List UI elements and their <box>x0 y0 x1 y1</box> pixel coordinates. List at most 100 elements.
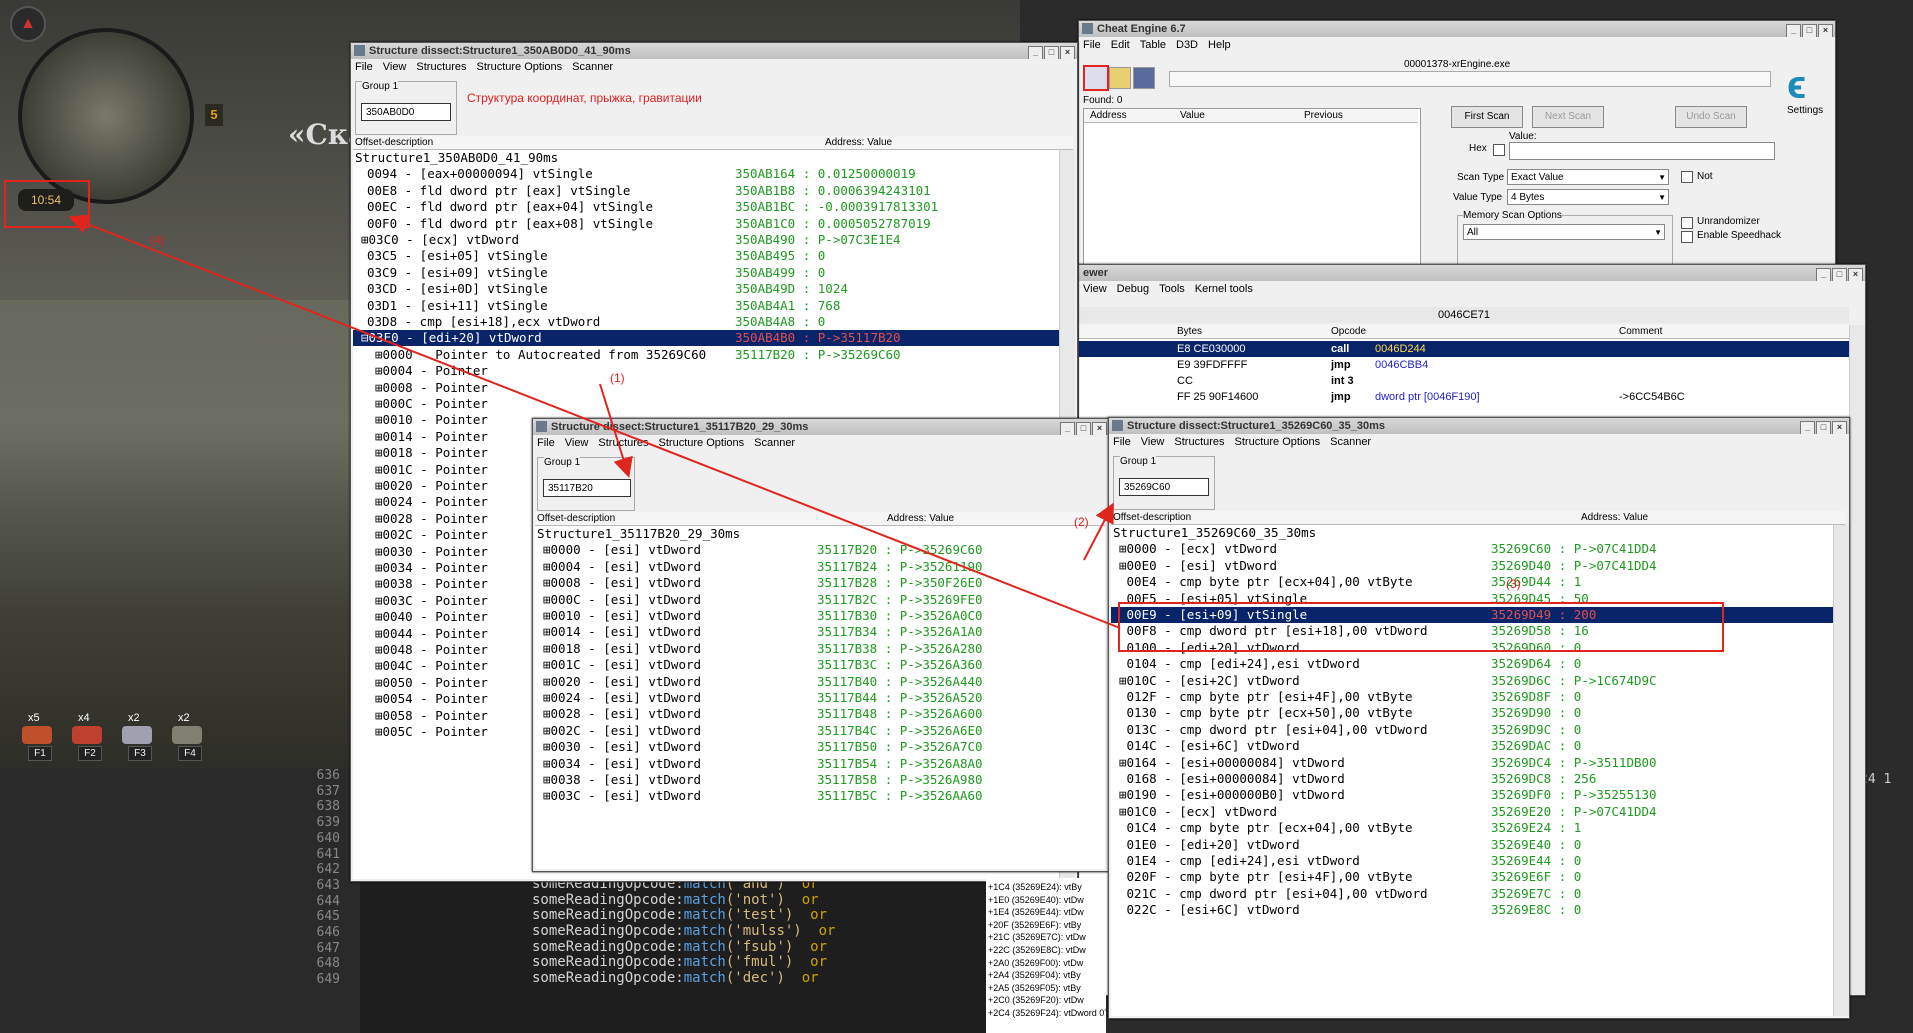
structure-row[interactable]: 0168 - [esi+00000084] vtDword 35269DC8 : … <box>1111 771 1833 787</box>
disasm-row[interactable]: CC int 3 <box>1079 373 1849 389</box>
menu-item[interactable]: View <box>383 61 407 73</box>
structure-row[interactable]: ⊞0004 - [esi] vtDword 35117B24 : P->35261… <box>535 559 1105 575</box>
structure-row[interactable]: 0104 - cmp [edi+24],esi vtDword 35269D64 … <box>1111 656 1833 672</box>
minimize-button[interactable]: _ <box>1800 421 1815 434</box>
close-button[interactable]: × <box>1848 268 1863 281</box>
structure-row[interactable]: ⊞0034 - [esi] vtDword 35117B54 : P->3526A… <box>535 756 1105 772</box>
structure-row[interactable]: ⊟03E0 - [edi+20] vtDword 350AB4B0 : P->35… <box>353 330 1059 347</box>
maximize-button[interactable]: □ <box>1076 422 1091 435</box>
menu-item[interactable]: Help <box>1208 39 1231 51</box>
menu-item[interactable]: View <box>1141 436 1165 448</box>
structure-tree[interactable]: Structure1_35117B20_29_30ms ⊞0000 - [esi]… <box>535 526 1105 869</box>
structure-row[interactable]: ⊞001C - [esi] vtDword 35117B3C : P->3526A… <box>535 657 1105 673</box>
settings-link[interactable]: Settings <box>1787 105 1823 116</box>
structure-row[interactable]: 012F - cmp byte ptr [esi+4F],00 vtByte 35… <box>1111 689 1833 705</box>
structure-row[interactable]: ⊞0000 - [esi] vtDword 35117B20 : P->35269… <box>535 542 1105 558</box>
vertical-scrollbar[interactable] <box>1849 325 1865 995</box>
code-line[interactable]: someReadingOpcode:match('dec') or <box>532 970 819 986</box>
structure-row[interactable]: ⊞01C0 - [ecx] vtDword 35269E20 : P->07C41… <box>1111 804 1833 820</box>
code-line[interactable]: someReadingOpcode:match('mulss') or <box>532 923 835 939</box>
menu-item[interactable]: File <box>537 437 555 449</box>
first-scan-button[interactable]: First Scan <box>1451 106 1523 128</box>
found-list[interactable] <box>1083 108 1421 268</box>
menu-item[interactable]: File <box>1113 436 1131 448</box>
structure-root[interactable]: Structure1_35269C60_35_30ms <box>1111 525 1833 541</box>
structure-row[interactable]: ⊞0014 - [esi] vtDword 35117B34 : P->3526A… <box>535 624 1105 640</box>
structure-root[interactable]: Structure1_350AB0D0_41_90ms <box>353 150 1059 166</box>
address-input[interactable]: 35269C60 <box>1119 478 1209 496</box>
maximize-button[interactable]: □ <box>1832 268 1847 281</box>
structure-row[interactable]: 03CD - [esi+0D] vtSingle 350AB49D : 1024 <box>353 281 1059 297</box>
code-line[interactable]: someReadingOpcode:match('fsub') or <box>532 939 827 955</box>
structure-row[interactable]: ⊞000C - [esi] vtDword 35117B2C : P->35269… <box>535 592 1105 608</box>
structure-tree[interactable]: Structure1_35269C60_35_30ms ⊞0000 - [ecx]… <box>1111 525 1833 1016</box>
structure-row[interactable]: 014C - [esi+6C] vtDword 35269DAC : 0 <box>1111 738 1833 754</box>
structure-row[interactable]: 021C - cmp dword ptr [esi+04],00 vtDword… <box>1111 886 1833 902</box>
structure-row[interactable]: ⊞0038 - [esi] vtDword 35117B58 : P->3526A… <box>535 772 1105 788</box>
structure-row[interactable]: ⊞00E0 - [esi] vtDword 35269D40 : P->07C41… <box>1111 558 1833 574</box>
menu-item[interactable]: Table <box>1140 39 1166 51</box>
structure-row[interactable]: 013C - cmp dword ptr [esi+04],00 vtDword… <box>1111 722 1833 738</box>
maximize-button[interactable]: □ <box>1816 421 1831 434</box>
structure-row[interactable]: 00F0 - fld dword ptr [eax+08] vtSingle 35… <box>353 216 1059 232</box>
structure-row[interactable]: ⊞0030 - [esi] vtDword 35117B50 : P->3526A… <box>535 739 1105 755</box>
structure-row[interactable]: ⊞0164 - [esi+00000084] vtDword 35269DC4 :… <box>1111 755 1833 771</box>
hex-checkbox[interactable] <box>1493 144 1505 156</box>
vertical-scrollbar[interactable] <box>1833 525 1849 1016</box>
undo-scan-button[interactable]: Undo Scan <box>1675 106 1747 128</box>
minimize-button[interactable]: _ <box>1028 46 1043 59</box>
menu-item[interactable]: Scanner <box>1330 436 1371 448</box>
menu-item[interactable]: View <box>565 437 589 449</box>
menu-item[interactable]: Scanner <box>572 61 613 73</box>
menu-item[interactable]: Structures <box>1174 436 1224 448</box>
structure-row[interactable]: 00E8 - fld dword ptr [eax] vtSingle 350AB… <box>353 183 1059 199</box>
minimize-button[interactable]: _ <box>1816 268 1831 281</box>
next-scan-button[interactable]: Next Scan <box>1532 106 1604 128</box>
menu-item[interactable]: Structures <box>598 437 648 449</box>
value-type-select[interactable]: 4 Bytes <box>1507 189 1669 206</box>
close-button[interactable]: × <box>1092 422 1107 435</box>
structure-row[interactable]: 03C5 - [esi+05] vtSingle 350AB495 : 0 <box>353 248 1059 264</box>
structure-row[interactable]: ⊞0018 - [esi] vtDword 35117B38 : P->3526A… <box>535 641 1105 657</box>
structure-row[interactable]: ⊞0020 - [esi] vtDword 35117B40 : P->3526A… <box>535 674 1105 690</box>
structure-row[interactable]: ⊞03C0 - [ecx] vtDword 350AB490 : P->07C3E… <box>353 232 1059 248</box>
disasm-row[interactable]: FF 25 90F14600 jmp dword ptr [0046F190] ->6… <box>1079 389 1849 405</box>
structure-row[interactable]: ⊞0008 - [esi] vtDword 35117B28 : P->350F2… <box>535 575 1105 591</box>
code-line[interactable]: someReadingOpcode:match('test') or <box>532 907 827 923</box>
open-folder-icon[interactable] <box>1109 67 1131 89</box>
structure-row[interactable]: 03C9 - [esi+09] vtSingle 350AB499 : 0 <box>353 265 1059 281</box>
structure-row[interactable]: ⊞0024 - [esi] vtDword 35117B44 : P->3526A… <box>535 690 1105 706</box>
structure-root[interactable]: Structure1_35117B20_29_30ms <box>535 526 1105 542</box>
speedhack-checkbox[interactable] <box>1681 231 1693 243</box>
disasm-row[interactable]: E8 CE030000 call 0046D244 <box>1079 341 1849 357</box>
memory-region-select[interactable]: All <box>1463 224 1665 241</box>
structure-row[interactable]: ⊞0010 - [esi] vtDword 35117B30 : P->3526A… <box>535 608 1105 624</box>
close-button[interactable]: × <box>1832 421 1847 434</box>
menu-item[interactable]: View <box>1083 283 1107 295</box>
structure-row[interactable]: 0094 - [eax+00000094] vtSingle 350AB164 :… <box>353 166 1059 182</box>
menu-item[interactable]: Kernel tools <box>1195 283 1253 295</box>
structure-row[interactable]: 01E0 - [edi+20] vtDword 35269E40 : 0 <box>1111 837 1833 853</box>
ce-logo-icon[interactable]: ϵ <box>1787 63 1825 107</box>
structure-row[interactable]: ⊞0028 - [esi] vtDword 35117B48 : P->3526A… <box>535 706 1105 722</box>
menu-item[interactable]: File <box>1083 39 1101 51</box>
structure-row[interactable]: ⊞010C - [esi+2C] vtDword 35269D6C : P->1C… <box>1111 673 1833 689</box>
structure-row[interactable]: ⊞000C - Pointer <box>353 396 1059 412</box>
address-input[interactable]: 350AB0D0 <box>361 103 451 121</box>
maximize-button[interactable]: □ <box>1802 24 1817 37</box>
minimize-button[interactable]: _ <box>1060 422 1075 435</box>
quick-slot[interactable]: x5 F1 <box>18 712 58 761</box>
minimize-button[interactable]: _ <box>1786 24 1801 37</box>
structure-row[interactable]: 00E4 - cmp byte ptr [ecx+04],00 vtByte 35… <box>1111 574 1833 590</box>
not-checkbox[interactable] <box>1681 171 1693 183</box>
structure-row[interactable]: ⊞0008 - Pointer <box>353 380 1059 396</box>
structure-row[interactable]: 00EC - fld dword ptr [eax+04] vtSingle 35… <box>353 199 1059 215</box>
structure-row[interactable]: 0130 - cmp byte ptr [ecx+50],00 vtByte 35… <box>1111 705 1833 721</box>
structure-row[interactable]: ⊞0000 - Pointer to Autocreated from 3526… <box>353 347 1059 363</box>
structure-row[interactable]: ⊞002C - [esi] vtDword 35117B4C : P->3526A… <box>535 723 1105 739</box>
disasm-row[interactable]: E9 39FDFFFF jmp 0046CBB4 <box>1079 357 1849 373</box>
structure-row[interactable]: 022C - [esi+6C] vtDword 35269E8C : 0 <box>1111 902 1833 918</box>
menu-item[interactable]: Structure Options <box>1235 436 1321 448</box>
code-line[interactable]: someReadingOpcode:match('fmul') or <box>532 954 827 970</box>
menu-item[interactable]: Debug <box>1117 283 1149 295</box>
